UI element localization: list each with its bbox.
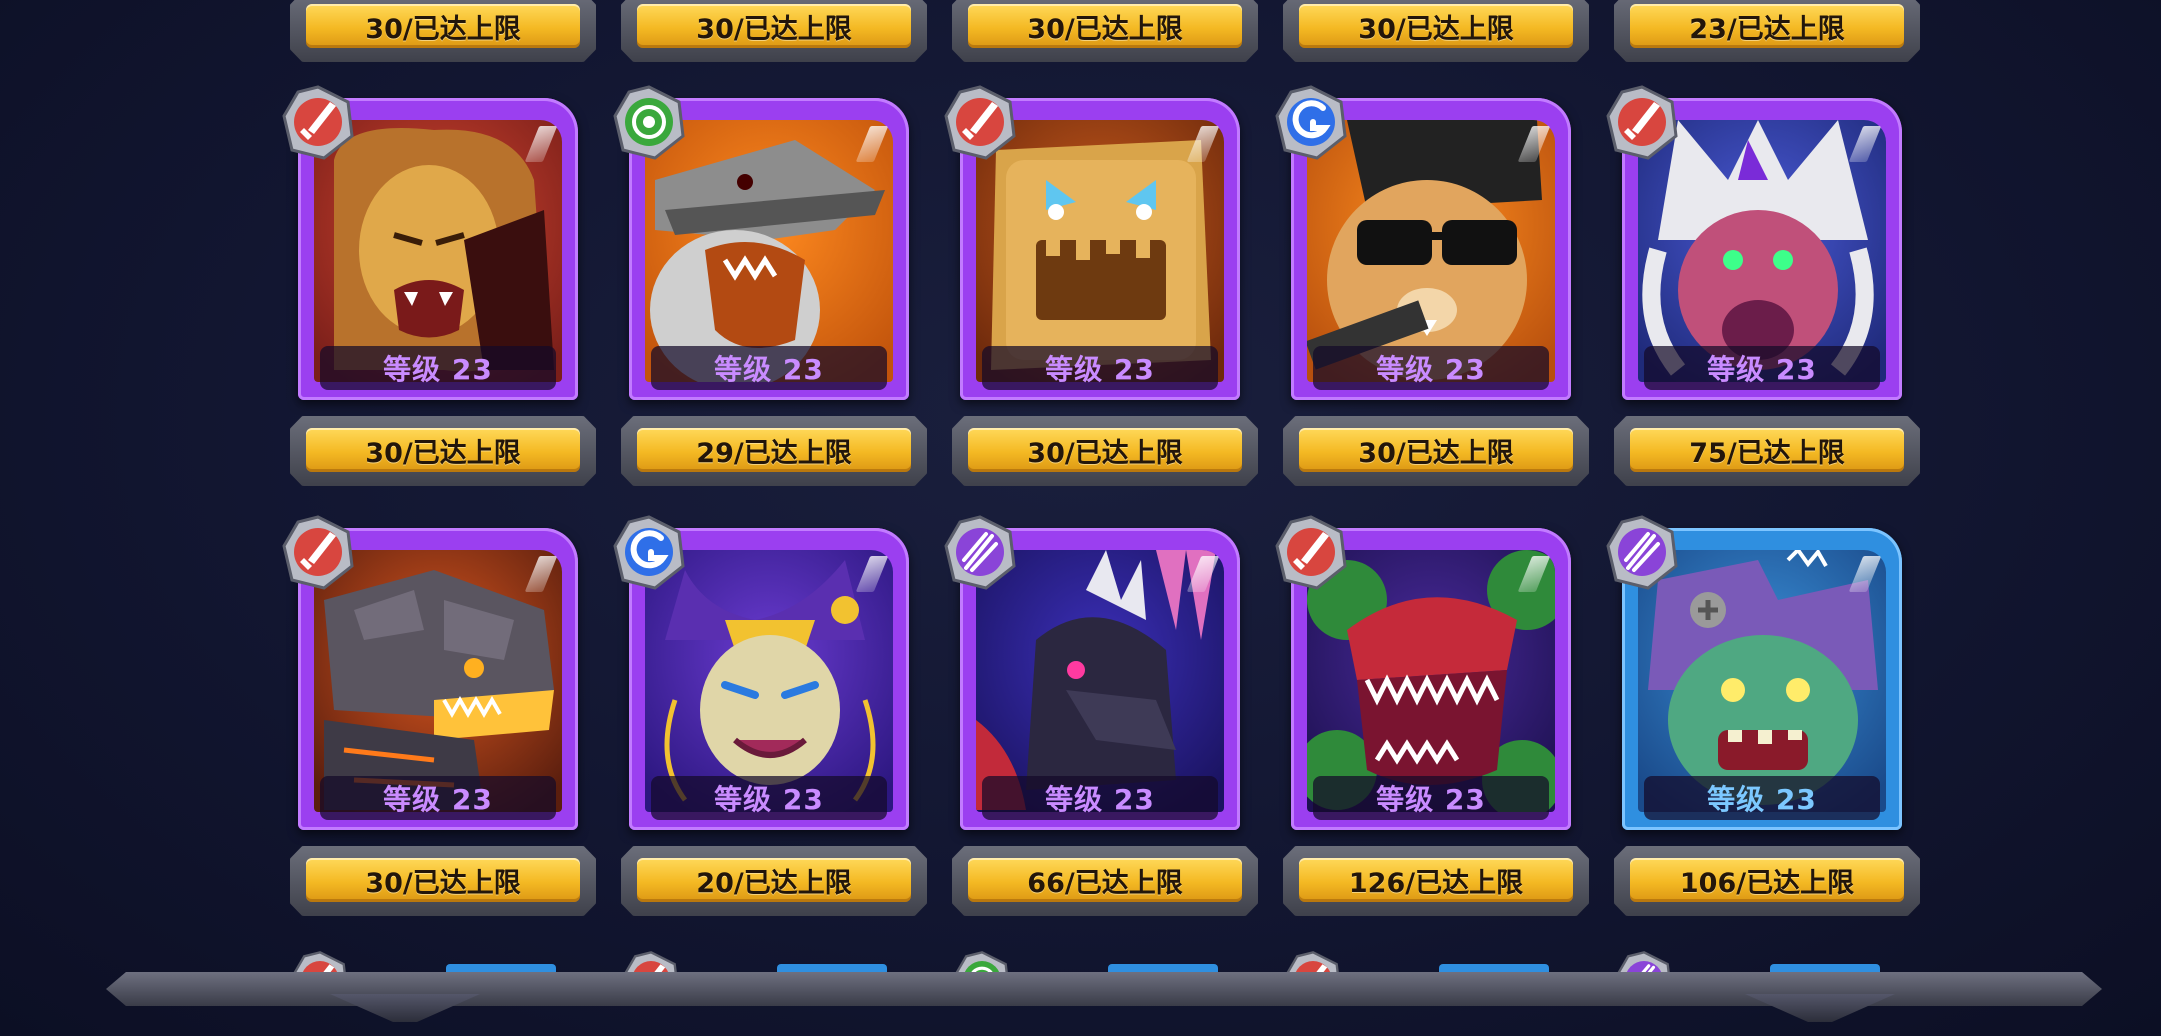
hero-card-raven[interactable]: 等级 23: [944, 515, 1240, 830]
sword-icon: [942, 84, 1018, 160]
hero-level-label: 等级 23: [320, 776, 556, 820]
hero-card-hamster[interactable]: 等级 23: [1275, 85, 1571, 400]
card-count-label: 30/已达上限: [1299, 4, 1573, 48]
card-count-label: 30/已达上限: [306, 858, 580, 902]
hero-level-label: 等级 23: [1313, 346, 1549, 390]
magic-icon: [942, 514, 1018, 590]
hero-card-peek[interactable]: [446, 964, 556, 972]
top-count-pill: 30/已达上限: [1283, 0, 1589, 62]
card-count-label: 106/已达上限: [1630, 858, 1904, 902]
target-icon: [611, 84, 687, 160]
hero-level-label: 等级 23: [982, 776, 1218, 820]
sword-icon: [280, 84, 356, 160]
hero-card-peek[interactable]: [777, 964, 887, 972]
hero-card-peek[interactable]: [1770, 964, 1880, 972]
hero-level-label: 等级 23: [1313, 776, 1549, 820]
card-count-pill: 106/已达上限: [1614, 846, 1920, 916]
card-count-label: 75/已达上限: [1630, 428, 1904, 472]
magic-icon: [1604, 514, 1680, 590]
hero-level-label: 等级 23: [982, 346, 1218, 390]
top-count-pill: 30/已达上限: [290, 0, 596, 62]
card-count-label: 30/已达上限: [968, 428, 1242, 472]
card-count-label: 20/已达上限: [637, 858, 911, 902]
card-count-label: 30/已达上限: [968, 4, 1242, 48]
card-count-pill: 126/已达上限: [1283, 846, 1589, 916]
hero-level-label: 等级 23: [1644, 346, 1880, 390]
hero-card-zombie[interactable]: 等级 23: [1606, 515, 1902, 830]
sword-icon: [1273, 514, 1349, 590]
card-count-label: 23/已达上限: [1630, 4, 1904, 48]
card-count-pill: 30/已达上限: [290, 416, 596, 486]
card-count-pill: 29/已达上限: [621, 416, 927, 486]
hero-level-label: 等级 23: [651, 346, 887, 390]
card-count-label: 126/已达上限: [1299, 858, 1573, 902]
hero-card-rockcroc[interactable]: 等级 23: [282, 515, 578, 830]
hero-card-golem[interactable]: 等级 23: [944, 85, 1240, 400]
sword-icon: [280, 514, 356, 590]
card-count-pill: 30/已达上限: [1283, 416, 1589, 486]
card-count-label: 30/已达上限: [1299, 428, 1573, 472]
card-count-label: 30/已达上限: [306, 4, 580, 48]
hero-level-label: 等级 23: [1644, 776, 1880, 820]
hero-card-plant[interactable]: 等级 23: [1275, 515, 1571, 830]
hero-card-jester[interactable]: 等级 23: [613, 515, 909, 830]
sword-icon: [1604, 84, 1680, 160]
hero-level-label: 等级 23: [320, 346, 556, 390]
hero-card-crocodile[interactable]: 等级 23: [613, 85, 909, 400]
card-count-label: 30/已达上限: [306, 428, 580, 472]
top-count-pill: 30/已达上限: [621, 0, 927, 62]
card-count-pill: 20/已达上限: [621, 846, 927, 916]
top-count-pill: 23/已达上限: [1614, 0, 1920, 62]
shield-g-icon: [611, 514, 687, 590]
card-count-label: 30/已达上限: [637, 4, 911, 48]
hero-card-lion[interactable]: 等级 23: [282, 85, 578, 400]
hero-card-peek[interactable]: [1439, 964, 1549, 972]
top-count-pill: 30/已达上限: [952, 0, 1258, 62]
right-arrow-tab[interactable]: [1745, 994, 1895, 1022]
hero-card-shaman[interactable]: 等级 23: [1606, 85, 1902, 400]
hero-level-label: 等级 23: [651, 776, 887, 820]
left-arrow-tab[interactable]: [330, 994, 480, 1022]
shield-g-icon: [1273, 84, 1349, 160]
card-count-pill: 30/已达上限: [952, 416, 1258, 486]
hero-card-peek[interactable]: [1108, 964, 1218, 972]
card-count-pill: 66/已达上限: [952, 846, 1258, 916]
card-count-pill: 30/已达上限: [290, 846, 596, 916]
card-count-label: 66/已达上限: [968, 858, 1242, 902]
card-count-pill: 75/已达上限: [1614, 416, 1920, 486]
card-count-label: 29/已达上限: [637, 428, 911, 472]
